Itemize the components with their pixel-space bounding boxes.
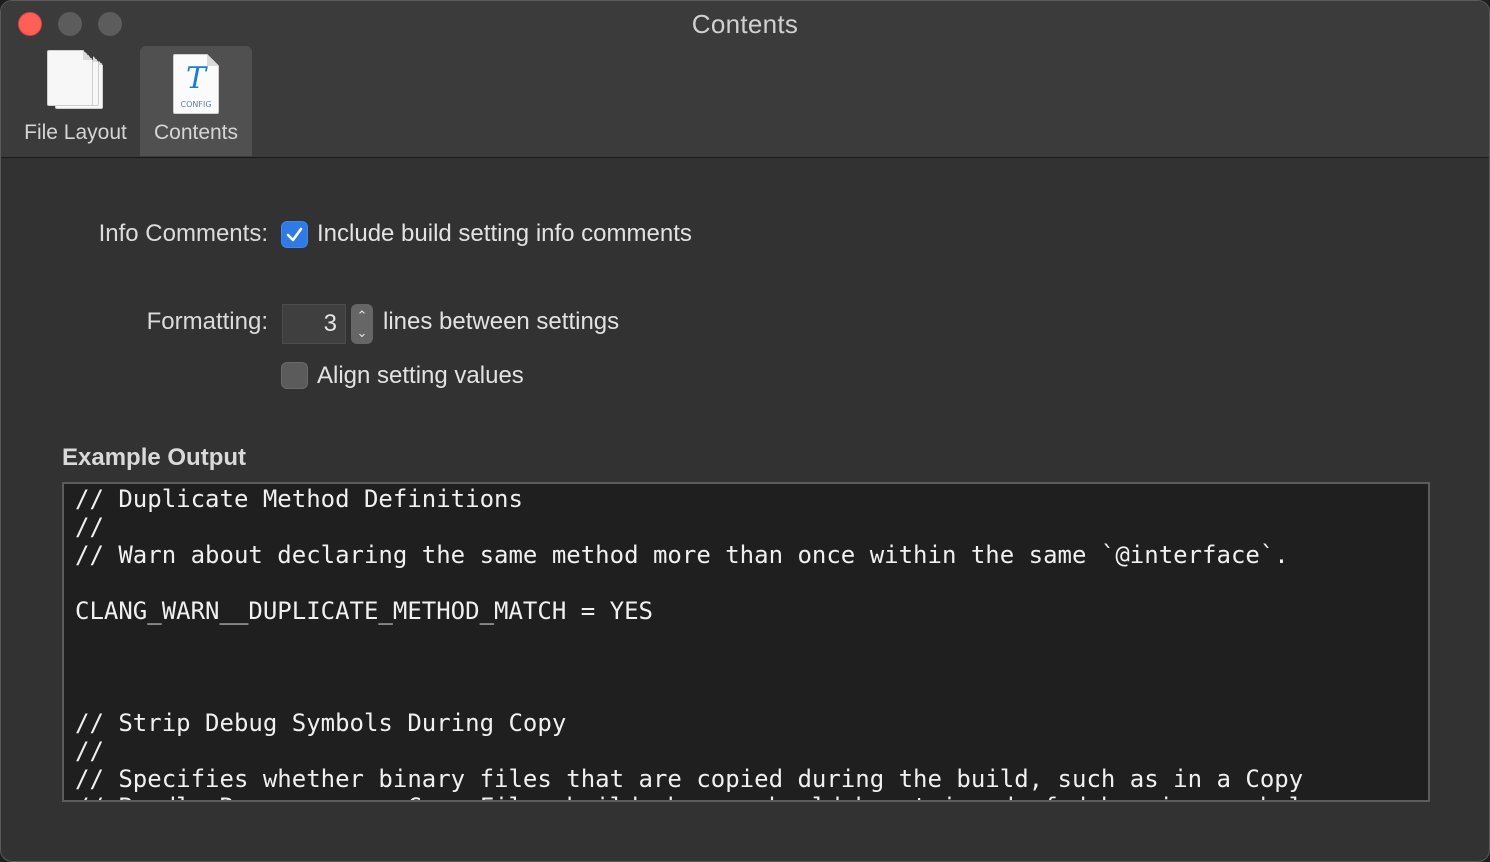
tab-file-layout-label: File Layout <box>24 121 127 144</box>
config-file-icon: T CONFIG <box>173 54 219 114</box>
example-output-box[interactable]: // Duplicate Method Definitions // // Wa… <box>62 482 1430 802</box>
lines-stepper[interactable]: ⌃ ⌄ <box>351 304 373 344</box>
tab-contents-label: Contents <box>153 121 239 144</box>
tab-contents[interactable]: T CONFIG Contents <box>140 46 252 156</box>
window-title: Contents <box>691 9 799 39</box>
include-info-comments-label[interactable]: Include build setting info comments <box>317 220 692 248</box>
align-setting-values-checkbox[interactable] <box>281 362 308 389</box>
preferences-window: Contents File Layout T CONFIG Contents I… <box>0 0 1490 862</box>
config-icon-caption: CONFIG <box>180 100 212 109</box>
example-output-title: Example Output <box>62 444 247 471</box>
output-line: // Bundle Resources or Copy Files build … <box>75 793 1332 800</box>
output-line: CLANG_WARN__DUPLICATE_METHOD_MATCH = YES <box>75 597 653 625</box>
output-line: // <box>75 513 104 541</box>
stepper-up-icon[interactable]: ⌃ <box>351 309 373 322</box>
include-info-comments-checkbox[interactable] <box>281 221 308 248</box>
stepper-down-icon[interactable]: ⌄ <box>351 326 373 339</box>
checkmark-icon <box>286 227 303 242</box>
output-line: // Strip Debug Symbols During Copy <box>75 709 567 737</box>
tab-file-layout[interactable]: File Layout <box>13 46 138 156</box>
lines-between-settings-field[interactable]: 3 <box>282 304 346 344</box>
info-comments-label: Info Comments: <box>98 220 268 247</box>
formatting-label: Formatting: <box>146 308 268 335</box>
output-line: // Specifies whether binary files that a… <box>75 765 1304 793</box>
title-bar-toolbar: Contents File Layout T CONFIG Contents <box>1 1 1489 158</box>
output-line: // <box>75 737 104 765</box>
align-setting-values-label[interactable]: Align setting values <box>317 362 524 390</box>
output-line: // Warn about declaring the same method … <box>75 541 1289 569</box>
output-line: // Duplicate Method Definitions <box>75 485 523 513</box>
lines-between-settings-suffix: lines between settings <box>383 308 620 335</box>
